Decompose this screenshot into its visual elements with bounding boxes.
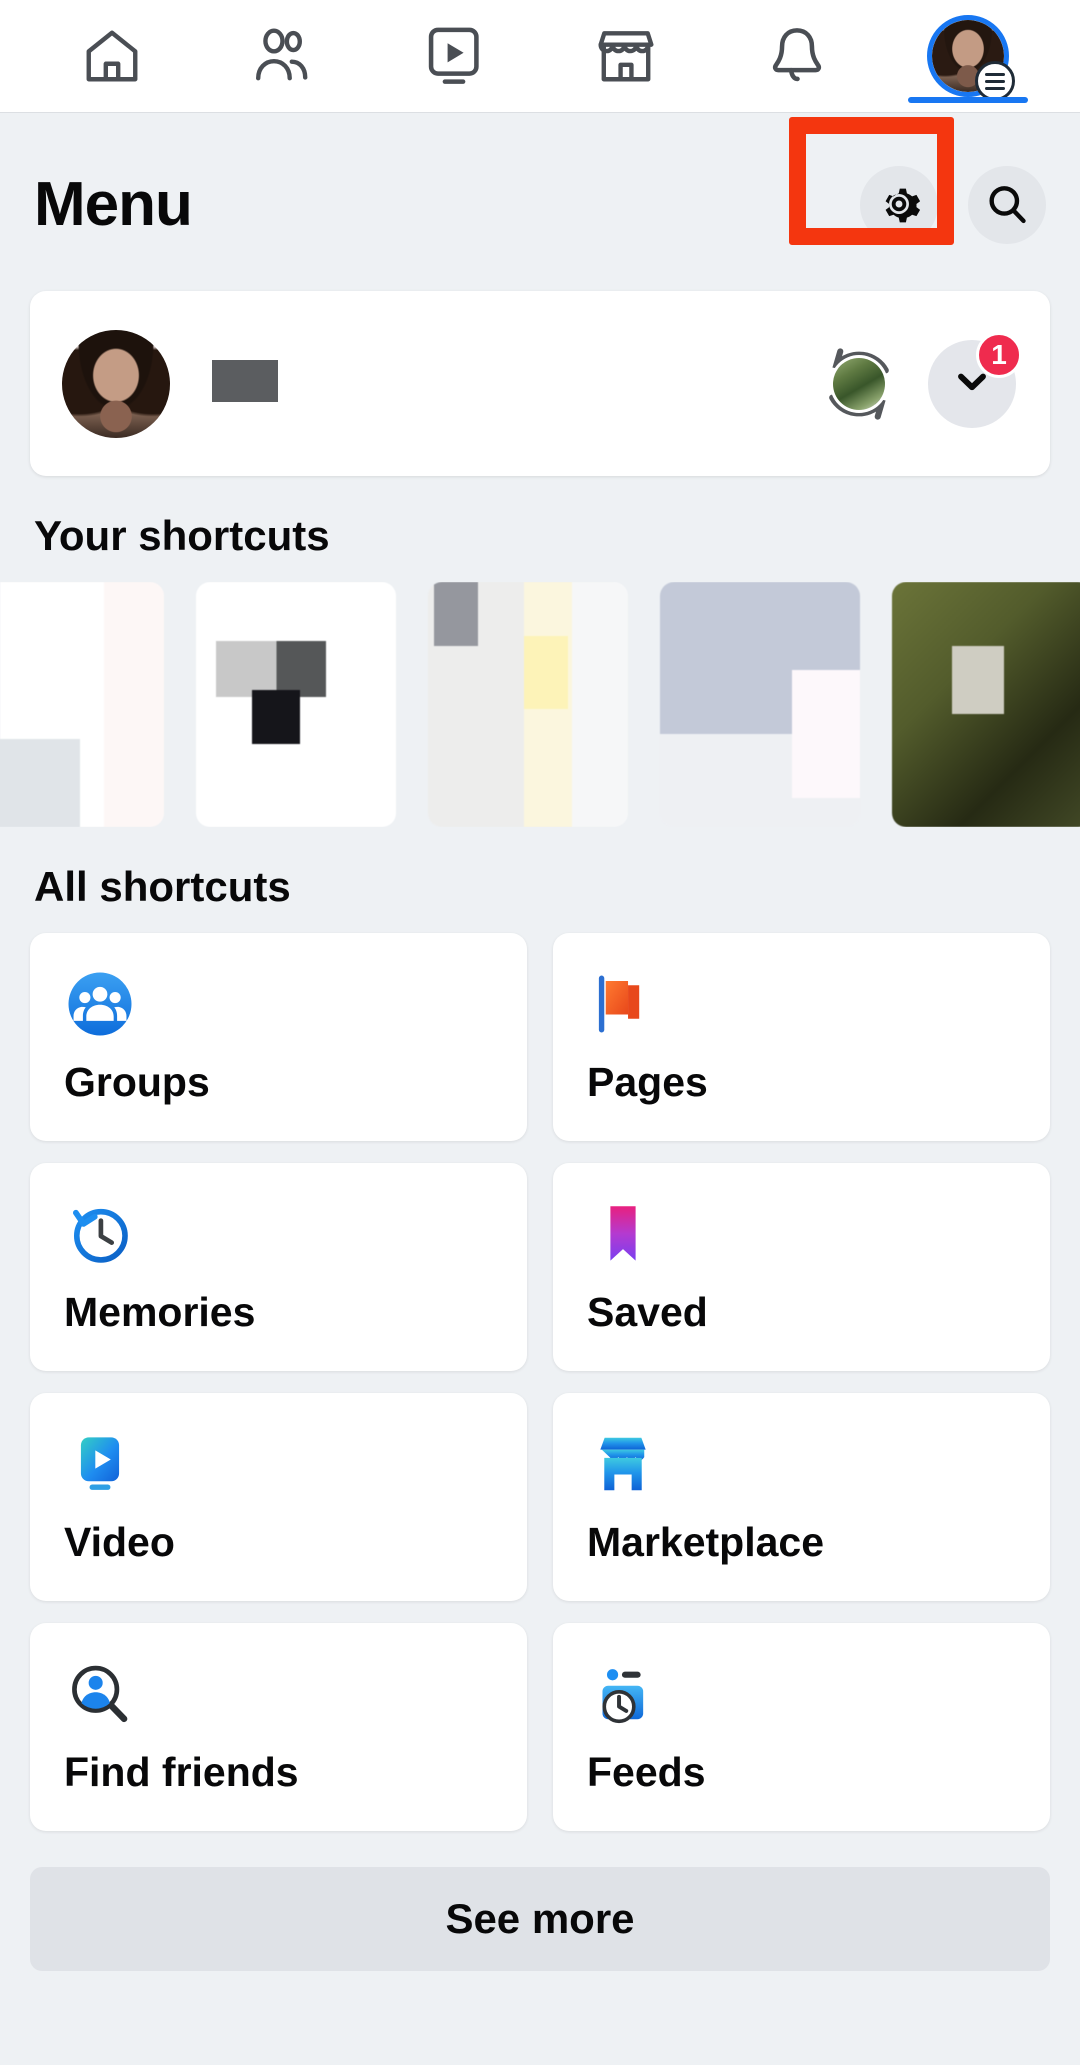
profile-card[interactable]: 1 bbox=[30, 291, 1050, 476]
shortcut-thumb-3[interactable] bbox=[428, 582, 628, 827]
shortcut-tile-saved[interactable]: Saved bbox=[553, 1163, 1050, 1371]
shortcut-tile-groups[interactable]: Groups bbox=[30, 933, 527, 1141]
marketplace-storefront-icon bbox=[587, 1425, 1020, 1503]
nav-tab-notifications[interactable] bbox=[737, 10, 857, 102]
shortcut-thumb-1[interactable] bbox=[0, 582, 164, 827]
shortcut-tile-pages[interactable]: Pages bbox=[553, 933, 1050, 1141]
marketplace-icon bbox=[593, 25, 659, 87]
shortcut-tile-find-friends[interactable]: Find friends bbox=[30, 1623, 527, 1831]
nav-tab-menu-profile[interactable] bbox=[908, 10, 1029, 103]
switch-profile-photo bbox=[833, 357, 885, 410]
shortcut-tile-feeds[interactable]: Feeds bbox=[553, 1623, 1050, 1831]
search-button[interactable] bbox=[968, 166, 1046, 244]
top-navigation-bar bbox=[0, 0, 1080, 113]
shortcut-thumb-2[interactable] bbox=[196, 582, 396, 827]
all-shortcuts-title: All shortcuts bbox=[34, 863, 291, 910]
profile-avatar[interactable] bbox=[62, 329, 170, 438]
shortcut-label: Pages bbox=[587, 1059, 708, 1105]
all-shortcuts-grid: Groups Pages Memories Saved Video Market… bbox=[0, 933, 1080, 1831]
your-shortcuts-title: Your shortcuts bbox=[34, 512, 330, 559]
shortcut-tile-memories[interactable]: Memories bbox=[30, 1163, 527, 1371]
profile-expand-wrap[interactable]: 1 bbox=[928, 331, 1022, 428]
memories-clock-icon bbox=[64, 1195, 497, 1273]
shortcut-label: Memories bbox=[64, 1289, 256, 1335]
video-play-icon bbox=[64, 1425, 497, 1503]
settings-button[interactable] bbox=[860, 166, 938, 244]
facebook-menu-screen: Menu 1 Your shortcuts All shortcuts Grou… bbox=[0, 0, 1080, 2065]
home-icon bbox=[79, 25, 145, 87]
search-icon bbox=[984, 181, 1030, 230]
shortcut-label: Marketplace bbox=[587, 1519, 825, 1565]
saved-bookmark-icon bbox=[587, 1195, 1020, 1273]
redacted-name-block bbox=[212, 360, 278, 402]
shortcut-label: Saved bbox=[587, 1289, 708, 1335]
nav-tab-home[interactable] bbox=[52, 10, 172, 102]
switch-profile-icon[interactable] bbox=[816, 341, 902, 427]
find-friends-icon bbox=[64, 1655, 497, 1733]
your-shortcuts-strip[interactable] bbox=[0, 582, 1080, 827]
page-header: Menu bbox=[0, 113, 1080, 291]
shortcut-label: Video bbox=[64, 1519, 175, 1565]
bell-icon bbox=[766, 24, 828, 88]
groups-icon bbox=[64, 965, 497, 1043]
shortcut-thumb-4[interactable] bbox=[660, 582, 860, 827]
feeds-icon bbox=[587, 1655, 1020, 1733]
pages-flag-icon bbox=[587, 965, 1020, 1043]
nav-tab-marketplace[interactable] bbox=[566, 10, 686, 102]
page-title: Menu bbox=[34, 170, 193, 239]
active-tab-indicator bbox=[908, 97, 1029, 103]
shortcut-thumb-5[interactable] bbox=[892, 582, 1080, 827]
nav-tab-video[interactable] bbox=[394, 10, 514, 102]
friends-icon bbox=[248, 25, 318, 87]
shortcut-label: Find friends bbox=[64, 1749, 299, 1795]
avatar[interactable] bbox=[927, 15, 1016, 101]
shortcut-tile-marketplace[interactable]: Marketplace bbox=[553, 1393, 1050, 1601]
nav-tab-friends[interactable] bbox=[223, 10, 343, 102]
gear-icon bbox=[876, 181, 922, 230]
profile-name bbox=[170, 360, 816, 407]
video-icon bbox=[423, 24, 485, 88]
hamburger-menu-icon bbox=[975, 61, 1016, 101]
see-more-button[interactable]: See more bbox=[30, 1867, 1050, 1971]
header-actions bbox=[860, 166, 1046, 244]
shortcut-tile-video[interactable]: Video bbox=[30, 1393, 527, 1601]
shortcut-label: Groups bbox=[64, 1059, 210, 1105]
notification-badge: 1 bbox=[976, 331, 1022, 378]
shortcut-label: Feeds bbox=[587, 1749, 706, 1795]
